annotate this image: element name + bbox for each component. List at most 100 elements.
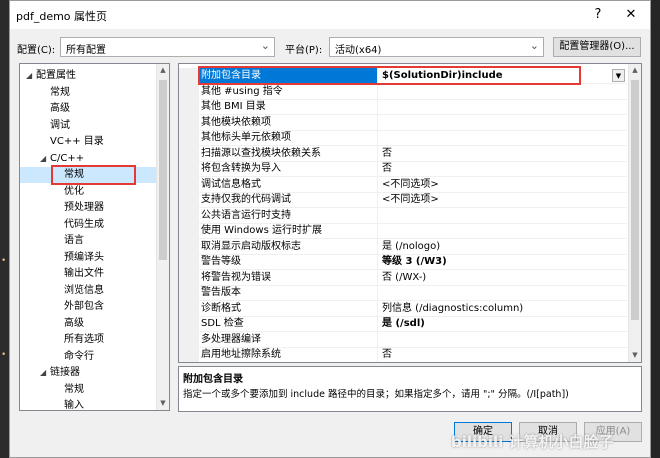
property-value[interactable]: <不同选项> [377,176,627,193]
tree-item[interactable]: 所有选项 [20,332,156,348]
config-label: 配置(C): [17,45,56,56]
description-title: 附加包含目录 [183,374,243,385]
description-panel: 附加包含目录 指定一个或多个要添加到 include 路径中的目录；如果指定多个… [178,366,642,412]
property-row[interactable]: 其他模块依赖项 [179,114,627,131]
property-row[interactable]: 其他标头单元依赖项 [179,130,627,146]
property-value[interactable] [377,114,627,131]
help-button[interactable]: ? [585,4,611,26]
property-row[interactable]: 其他 #using 指令 [179,83,627,100]
config-manager-button[interactable]: 配置管理器(O)... [553,37,641,57]
tree-item[interactable]: 调试 [20,118,156,134]
property-row[interactable]: 使用 Windows 运行时扩展 [179,223,627,239]
property-row[interactable]: 将包含转换为导入 否 [179,161,627,177]
close-button[interactable]: ✕ [618,4,644,26]
grid-scrollbar[interactable]: ▲ ▼ [628,64,641,362]
property-value[interactable] [377,83,627,100]
tree-item-label: 高级 [64,317,84,329]
row-gutter [179,254,199,270]
property-row[interactable]: 扫描源以查找模块依赖关系 否 [179,145,627,162]
scroll-up-icon[interactable]: ▲ [629,64,641,77]
description-text: 指定一个或多个要添加到 include 路径中的目录；如果指定多个，请用 ";"… [183,389,569,400]
config-select[interactable]: 所有配置 ⌄ [60,37,275,57]
property-value[interactable] [377,285,627,301]
property-row[interactable]: 调试信息格式 <不同选项> [179,176,627,193]
highlight-box-grid [198,66,581,85]
property-value[interactable]: 否 [377,347,627,362]
tree-item[interactable]: 高级 [20,316,156,332]
editor-glyph: • [1,256,7,266]
scroll-thumb[interactable] [159,80,167,260]
scroll-down-icon[interactable]: ▼ [629,349,641,362]
property-name: 多处理器编译 [201,333,261,345]
tree-item[interactable]: 预编译头 [20,250,156,266]
property-value[interactable]: 列信息 (/diagnostics:column) [377,300,627,317]
tree-scrollbar[interactable]: ▲ ▼ [156,64,169,410]
property-value[interactable]: 是 (/nologo) [377,238,627,255]
property-value[interactable]: 是 (/sdl) [377,316,627,332]
property-value[interactable]: 否 [377,145,627,162]
category-tree[interactable]: ◢ 配置属性 常规 高级 调试 VC++ 目录 ◢ C/C++ 常规 优化 预处理器 代码生成 语言 预编… [19,63,170,411]
tree-item-label: 预处理器 [64,202,104,213]
tree-item-label: C/C++ [50,152,85,164]
tree-item[interactable]: 浏览信息 [20,283,156,299]
property-row[interactable]: 诊断格式 列信息 (/diagnostics:column) [179,300,627,317]
tree-item[interactable]: 高级 [20,101,156,117]
tree-item[interactable]: VC++ 目录 [20,134,156,150]
expand-arrow-icon[interactable]: ◢ [40,151,50,167]
tree-item[interactable]: 常规 [20,382,156,398]
tree-item[interactable]: 语言 [20,233,156,249]
property-grid[interactable]: 附加包含目录 $(SolutionDir)include ▼ 其他 #using 指令… [178,63,642,363]
scroll-thumb[interactable] [631,80,639,320]
property-value[interactable] [377,207,627,224]
property-value[interactable] [377,130,627,146]
property-value[interactable] [377,223,627,239]
tree-item[interactable]: 代码生成 [20,217,156,233]
expand-arrow-icon[interactable]: ◢ [26,68,36,84]
property-value[interactable]: 否 [377,161,627,177]
property-name: 取消显示启动版权标志 [201,240,301,252]
tree-item[interactable]: 输出文件 [20,266,156,282]
tree-item[interactable]: 预处理器 [20,200,156,216]
property-row[interactable]: 启用地址擦除系统 否 [179,347,627,362]
tree-item-label: 调试 [50,119,70,131]
tree-item[interactable]: ◢ 链接器 [20,365,156,381]
platform-select[interactable]: 活动(x64) ⌄ [329,37,544,57]
tree-item[interactable]: ◢ 配置属性 [20,68,156,84]
row-gutter [179,99,199,115]
expand-arrow-icon[interactable]: ◢ [40,365,50,381]
scroll-down-icon[interactable]: ▼ [157,397,169,410]
row-gutter [179,316,199,332]
row-gutter [179,347,199,362]
tree-item[interactable]: 优化 [20,184,156,200]
property-row[interactable]: 其他 BMI 目录 [179,99,627,115]
highlight-box-tree [51,165,136,185]
property-row[interactable]: SDL 检查 是 (/sdl) [179,316,627,332]
property-value[interactable] [377,331,627,348]
property-row[interactable]: 警告版本 [179,285,627,301]
property-value[interactable]: 否 (/WX-) [377,269,627,286]
scroll-up-icon[interactable]: ▲ [157,64,169,77]
dropdown-arrow-icon[interactable]: ▼ [612,69,625,82]
property-row[interactable]: 支持仅我的代码调试 <不同选项> [179,192,627,208]
tree-item-label: 输出文件 [64,268,104,279]
property-row[interactable]: 警告等级 等级 3 (/W3) [179,254,627,270]
row-gutter [179,207,199,224]
property-row[interactable]: 将警告视为错误 否 (/WX-) [179,269,627,286]
tree-item[interactable]: 输入 [20,398,156,410]
tree-item[interactable]: 常规 [20,85,156,101]
property-value[interactable]: 等级 3 (/W3) [377,254,627,270]
tree-item[interactable]: 命令行 [20,349,156,365]
property-row[interactable]: 取消显示启动版权标志 是 (/nologo) [179,238,627,255]
row-gutter [179,223,199,239]
property-name: 其他标头单元依赖项 [201,132,291,143]
row-gutter [179,145,199,162]
row-gutter [179,130,199,146]
tree-item[interactable]: 外部包含 [20,299,156,315]
tree-item-label: 命令行 [64,350,94,362]
property-value[interactable] [377,99,627,115]
property-row[interactable]: 多处理器编译 [179,331,627,348]
property-value[interactable]: <不同选项> [377,192,627,208]
tree-item-label: 代码生成 [64,218,104,230]
property-row[interactable]: 公共语言运行时支持 [179,207,627,224]
property-name: 启用地址擦除系统 [201,349,281,360]
